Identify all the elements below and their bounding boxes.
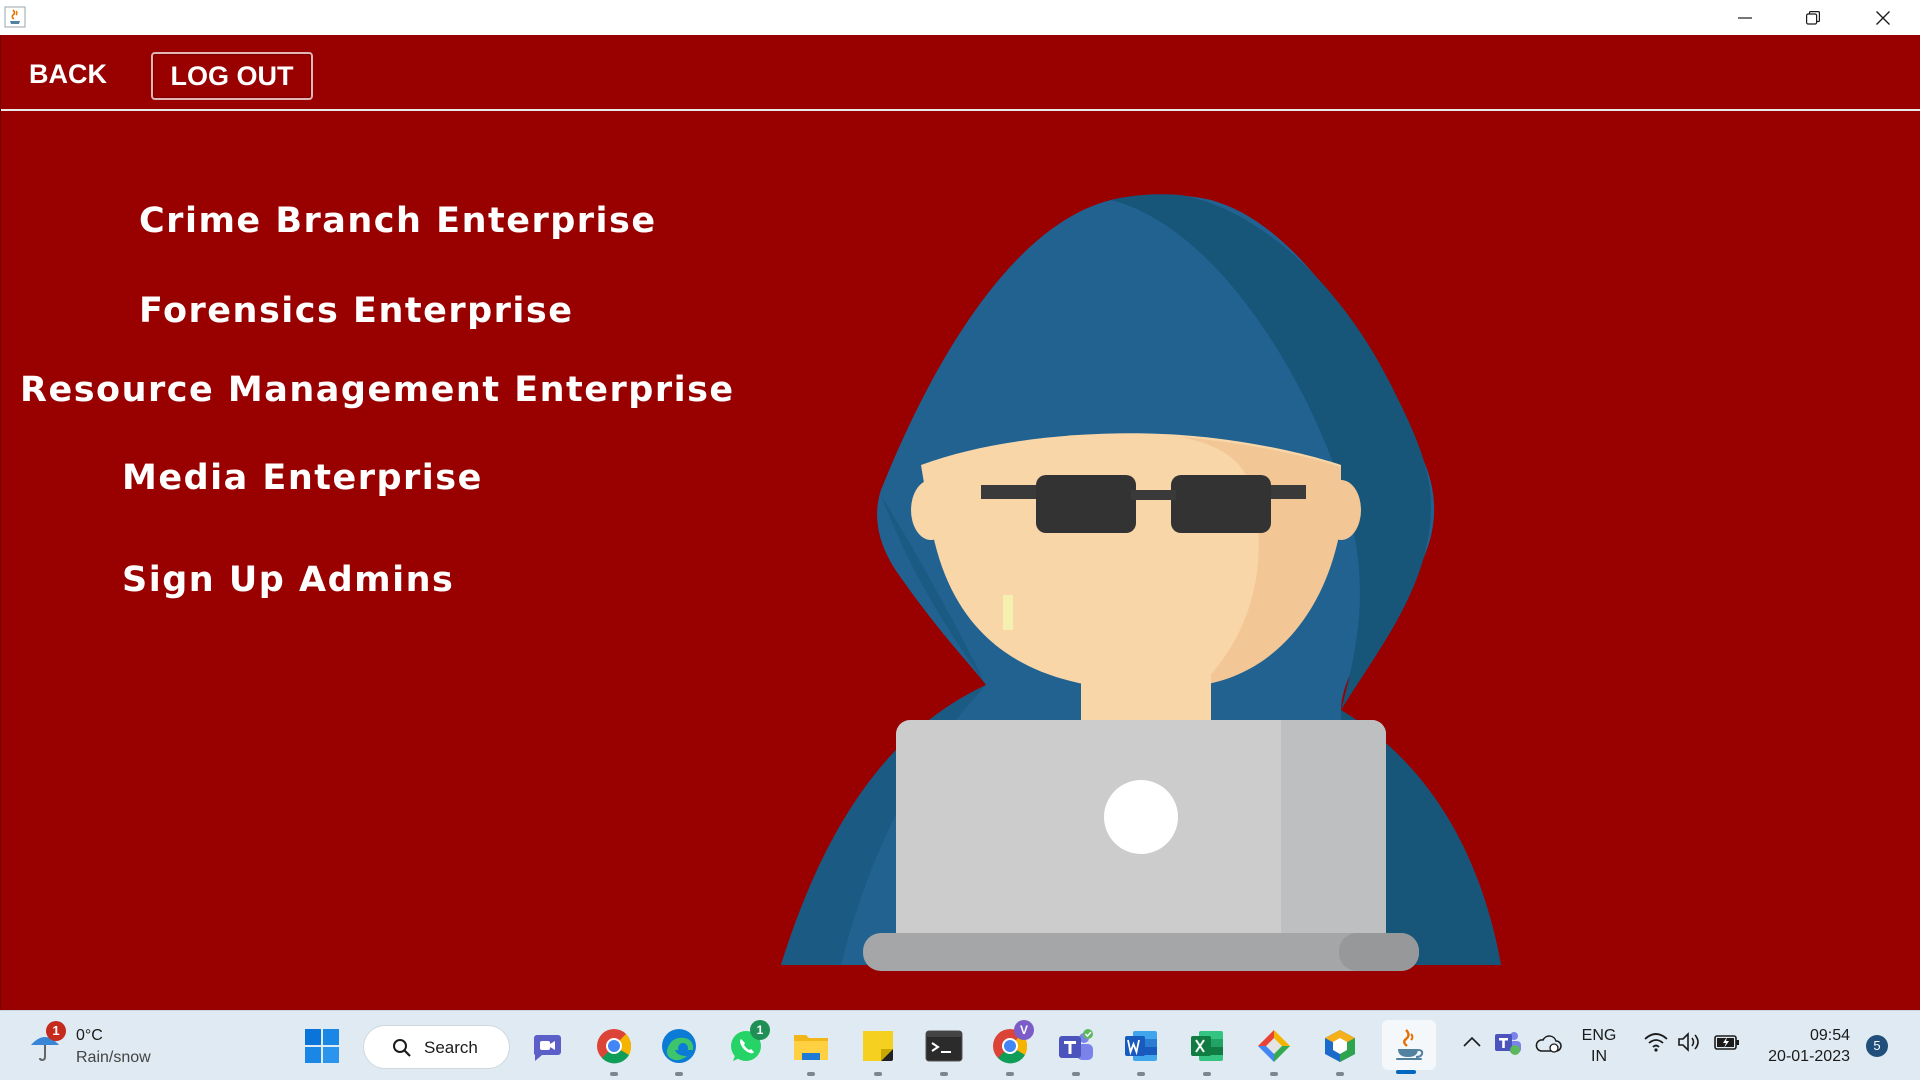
language-indicator[interactable]: ENG IN	[1578, 1025, 1620, 1067]
taskbar-word[interactable]	[1117, 1022, 1165, 1076]
taskbar-java-app[interactable]	[1382, 1020, 1436, 1074]
taskbar-clock[interactable]: 09:54 20-01-2023	[1760, 1025, 1850, 1067]
taskbar-teams[interactable]	[1052, 1022, 1100, 1076]
taskbar-git-app[interactable]	[1250, 1022, 1298, 1076]
running-indicator	[675, 1072, 683, 1076]
teams-icon	[1059, 1029, 1093, 1060]
menu-item-forensics[interactable]: Forensics Enterprise	[139, 291, 573, 331]
taskbar-chat[interactable]	[523, 1022, 571, 1070]
running-indicator	[1336, 1072, 1344, 1076]
running-indicator	[940, 1072, 948, 1076]
running-indicator	[1072, 1072, 1080, 1076]
diamond-app-icon	[1258, 1030, 1290, 1062]
app-header: BACK LOG OUT	[1, 35, 1920, 111]
java-app-icon	[4, 6, 26, 28]
taskbar-chrome[interactable]	[590, 1022, 638, 1076]
java-cup-icon	[1396, 1029, 1424, 1060]
cloud-icon[interactable]	[1534, 1033, 1562, 1060]
wifi-icon[interactable]	[1643, 1031, 1669, 1058]
windows-logo-icon	[305, 1029, 339, 1063]
weather-desc: Rain/snow	[76, 1049, 151, 1066]
taskbar-terminal[interactable]	[920, 1022, 968, 1076]
chat-icon	[533, 1035, 561, 1061]
taskbar-whatsapp[interactable]: 1	[722, 1020, 770, 1070]
weather-badge: 1	[46, 1021, 66, 1041]
search-icon	[392, 1038, 412, 1063]
taskbar-file-explorer[interactable]	[787, 1022, 835, 1076]
weather-widget[interactable]: 1 0°C Rain/snow	[24, 1021, 184, 1071]
menu-item-crime-branch[interactable]: Crime Branch Enterprise	[139, 201, 657, 241]
running-indicator	[610, 1072, 618, 1076]
taskbar-sticky-notes[interactable]	[854, 1022, 902, 1076]
language-line1: ENG	[1581, 1027, 1617, 1044]
logout-button[interactable]: LOG OUT	[151, 52, 313, 100]
active-indicator	[1396, 1070, 1416, 1074]
close-button[interactable]	[1848, 0, 1918, 35]
close-icon	[1876, 10, 1890, 25]
chrome-icon	[597, 1029, 632, 1064]
windows-taskbar: 1 0°C Rain/snow Search 1 V ENG IN 09:54 …	[0, 1010, 1920, 1080]
running-indicator	[1203, 1072, 1211, 1076]
folder-icon	[794, 1035, 828, 1060]
app-window: BACK LOG OUT Crime Branch Enterprise For…	[0, 35, 1920, 1010]
excel-icon	[1191, 1031, 1223, 1061]
running-indicator	[1137, 1072, 1145, 1076]
terminal-icon	[925, 1030, 963, 1062]
chevron-up-icon[interactable]	[1462, 1035, 1482, 1054]
minimize-icon	[1738, 16, 1752, 19]
edge-icon	[662, 1029, 696, 1063]
taskbar-edge[interactable]	[655, 1022, 703, 1076]
menu-item-sign-up-admins[interactable]: Sign Up Admins	[122, 560, 454, 600]
running-indicator	[1270, 1072, 1278, 1076]
tray-teams-icon[interactable]	[1494, 1029, 1522, 1062]
sticky-notes-icon	[863, 1031, 893, 1061]
menu-item-media[interactable]: Media Enterprise	[122, 458, 483, 498]
window-title-bar	[0, 0, 1920, 35]
word-icon	[1125, 1031, 1157, 1061]
running-indicator	[807, 1072, 815, 1076]
search-label: Search	[424, 1038, 478, 1057]
clock-date: 20-01-2023	[1768, 1048, 1850, 1065]
weather-temp: 0°C	[76, 1027, 103, 1044]
clock-time: 09:54	[1809, 1027, 1850, 1044]
netbeans-cube-icon	[1325, 1030, 1355, 1062]
running-indicator	[1006, 1072, 1014, 1076]
running-indicator	[874, 1072, 882, 1076]
restore-button[interactable]	[1778, 0, 1848, 35]
taskbar-chrome-profile[interactable]: V	[986, 1020, 1034, 1076]
whatsapp-badge: 1	[750, 1020, 770, 1040]
language-line2: IN	[1591, 1048, 1607, 1065]
back-button[interactable]: BACK	[17, 53, 119, 95]
taskbar-search[interactable]: Search	[363, 1025, 510, 1069]
hooded-hacker-laptop-icon	[781, 194, 1501, 971]
menu-item-resource-management[interactable]: Resource Management Enterprise	[20, 370, 735, 410]
restore-icon	[1806, 10, 1820, 25]
minimize-button[interactable]	[1710, 0, 1780, 35]
start-button[interactable]	[298, 1022, 346, 1070]
taskbar-excel[interactable]	[1183, 1022, 1231, 1076]
chrome-profile-badge: V	[1014, 1020, 1034, 1040]
notification-badge[interactable]: 5	[1866, 1035, 1888, 1057]
battery-charging-icon[interactable]	[1713, 1031, 1741, 1058]
taskbar-netbeans[interactable]	[1316, 1022, 1364, 1076]
volume-icon[interactable]	[1677, 1031, 1703, 1058]
